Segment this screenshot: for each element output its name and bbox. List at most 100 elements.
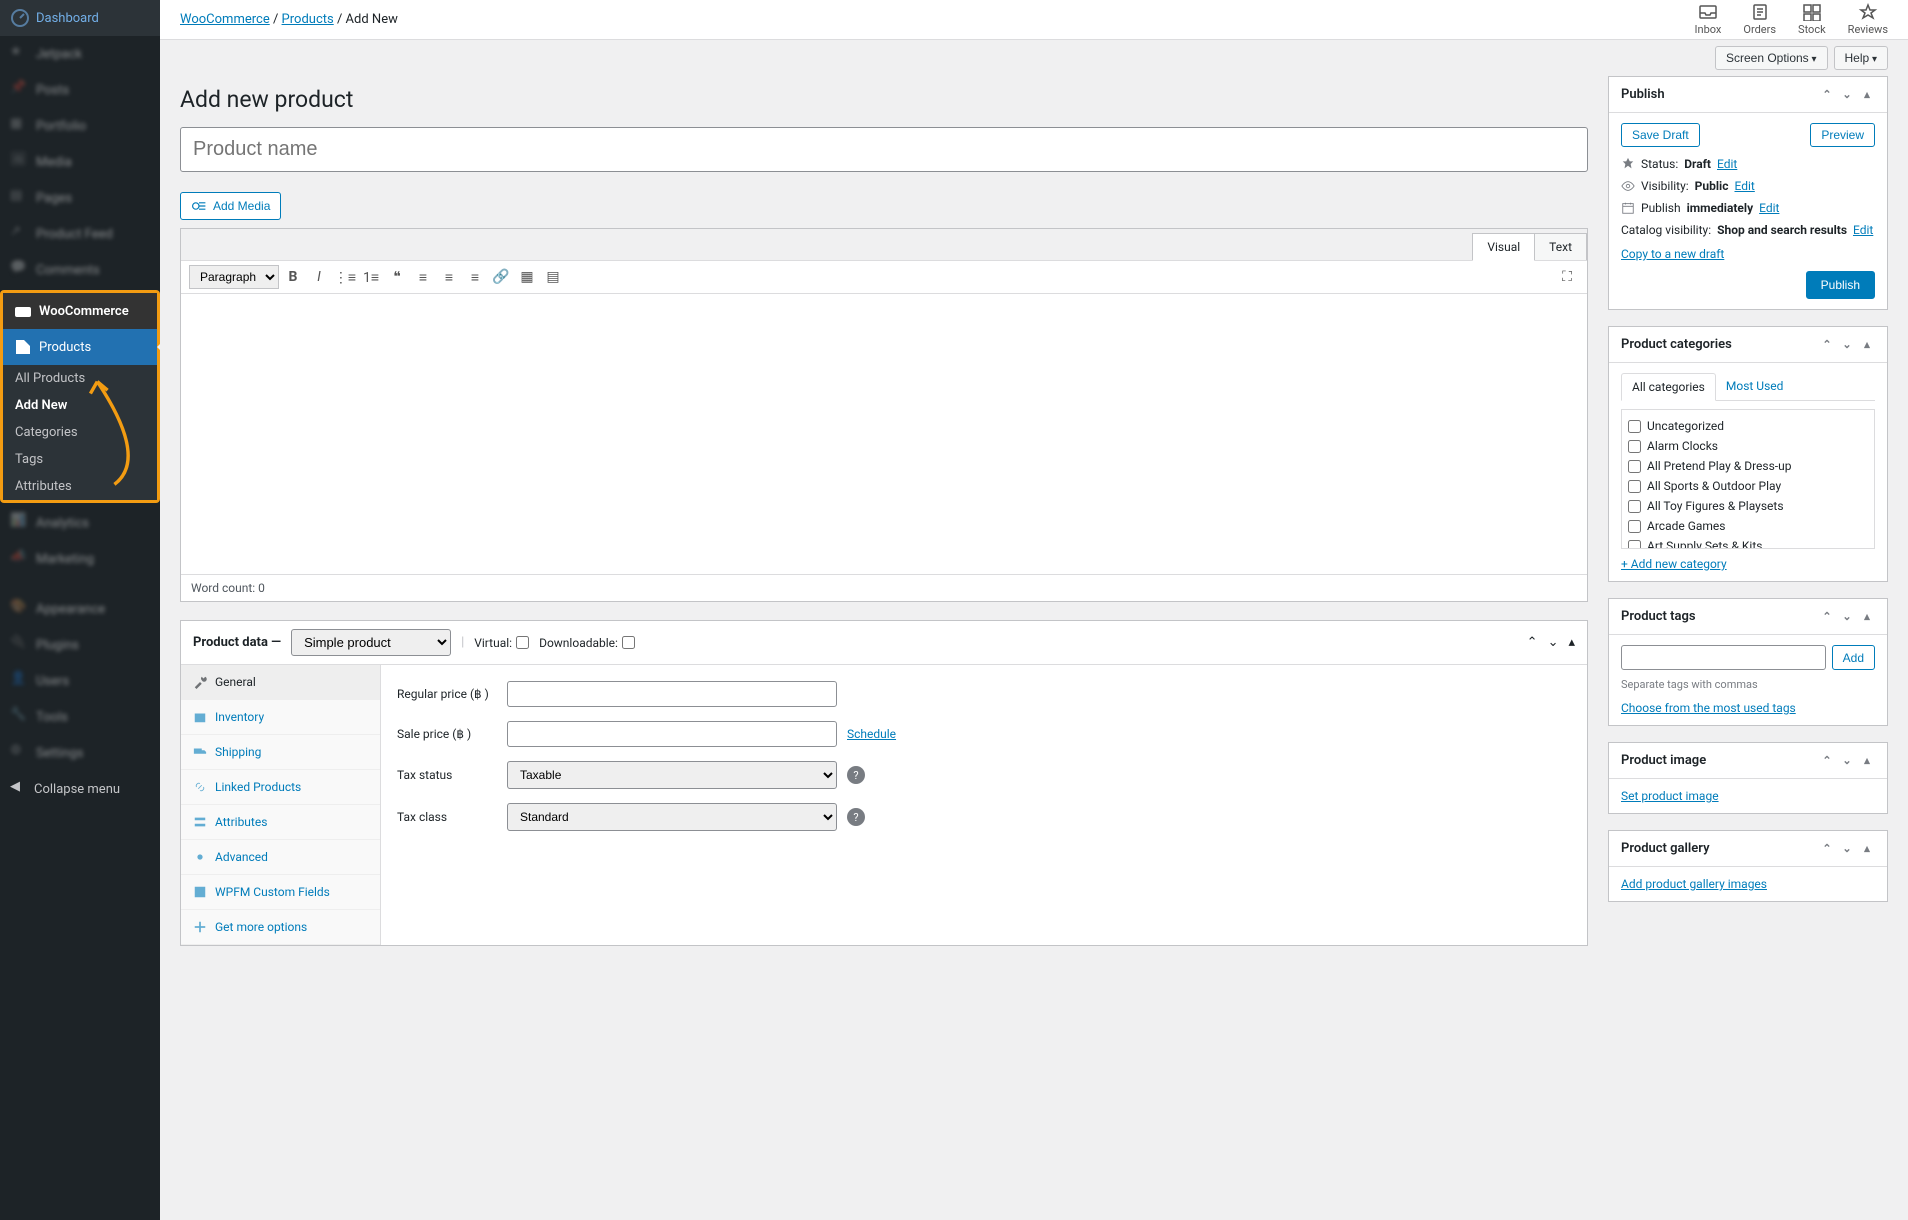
sidebar-dashboard[interactable]: Dashboard bbox=[0, 0, 160, 36]
category-item[interactable]: Alarm Clocks bbox=[1628, 436, 1868, 456]
edit-status-link[interactable]: Edit bbox=[1717, 157, 1737, 171]
pd-tab-shipping[interactable]: Shipping bbox=[181, 735, 380, 770]
tags-panel: Product tags⌃⌄▴ Add Separate tags with c… bbox=[1608, 598, 1888, 726]
preview-button[interactable]: Preview bbox=[1810, 123, 1875, 147]
tax-status-label: Tax status bbox=[397, 768, 507, 782]
tax-class-label: Tax class bbox=[397, 810, 507, 824]
category-item[interactable]: All Sports & Outdoor Play bbox=[1628, 476, 1868, 496]
align-center-button[interactable]: ≡ bbox=[437, 265, 461, 289]
fullscreen-button[interactable]: ⛶ bbox=[1555, 265, 1579, 289]
sidebar-sub-tags[interactable]: Tags bbox=[3, 446, 157, 473]
link-icon bbox=[193, 780, 207, 794]
wysiwyg-editor: Visual Text Paragraph B I ⋮≡ 1≡ ❝ ≡ ≡ ≡ … bbox=[180, 228, 1588, 602]
product-data-tabs: General Inventory Shipping Linked Produc… bbox=[181, 665, 381, 945]
chevron-down-icon[interactable]: ⌄ bbox=[1548, 635, 1559, 650]
sidebar-sub-categories[interactable]: Categories bbox=[3, 419, 157, 446]
sidebar-woocommerce-label: WooCommerce bbox=[39, 304, 129, 319]
chevron-up-icon[interactable]: ⌃ bbox=[1527, 635, 1538, 650]
publish-button[interactable]: Publish bbox=[1806, 271, 1875, 299]
italic-button[interactable]: I bbox=[307, 265, 331, 289]
save-draft-button[interactable]: Save Draft bbox=[1621, 123, 1700, 147]
topbar-reviews[interactable]: Reviews bbox=[1848, 3, 1888, 36]
cat-tab-all[interactable]: All categories bbox=[1621, 373, 1716, 401]
categories-panel: Product categories⌃⌄▴ All categories Mos… bbox=[1608, 326, 1888, 582]
pd-tab-attributes[interactable]: Attributes bbox=[181, 805, 380, 840]
admin-sidebar: Dashboard ★Jetpack 📌Posts ▦Portfolio 🖼Me… bbox=[0, 0, 160, 1220]
editor-toolbar: Paragraph B I ⋮≡ 1≡ ❝ ≡ ≡ ≡ 🔗 ▦ ▤ ⛶ bbox=[181, 261, 1587, 294]
product-gallery-title: Product gallery bbox=[1621, 841, 1710, 856]
category-item[interactable]: Arcade Games bbox=[1628, 516, 1868, 536]
topbar-orders[interactable]: Orders bbox=[1743, 3, 1776, 36]
downloadable-checkbox[interactable]: Downloadable: bbox=[539, 636, 635, 650]
align-right-button[interactable]: ≡ bbox=[463, 265, 487, 289]
sidebar-sub-attributes[interactable]: Attributes bbox=[3, 473, 157, 500]
edit-catalog-link[interactable]: Edit bbox=[1853, 223, 1873, 237]
inventory-icon bbox=[193, 710, 207, 724]
tag-icon bbox=[193, 815, 207, 829]
pd-tab-more[interactable]: Get more options bbox=[181, 910, 380, 945]
topbar-stock[interactable]: Stock bbox=[1798, 3, 1826, 36]
editor-tab-visual[interactable]: Visual bbox=[1472, 233, 1535, 261]
sidebar-woocommerce[interactable]: WooCommerce bbox=[3, 293, 157, 329]
breadcrumb-products[interactable]: Products bbox=[282, 12, 334, 27]
tags-title: Product tags bbox=[1621, 609, 1696, 624]
quote-button[interactable]: ❝ bbox=[385, 265, 409, 289]
sidebar-sub-all-products[interactable]: All Products bbox=[3, 365, 157, 392]
schedule-link[interactable]: Schedule bbox=[847, 727, 896, 741]
edit-visibility-link[interactable]: Edit bbox=[1734, 179, 1754, 193]
category-item[interactable]: All Toy Figures & Playsets bbox=[1628, 496, 1868, 516]
sidebar-products[interactable]: Products bbox=[3, 329, 157, 365]
breadcrumb-current: Add New bbox=[346, 12, 398, 27]
tax-class-select[interactable]: Standard bbox=[507, 803, 837, 831]
product-gallery-panel: Product gallery⌃⌄▴ Add product gallery i… bbox=[1608, 830, 1888, 902]
align-left-button[interactable]: ≡ bbox=[411, 265, 435, 289]
ol-button[interactable]: 1≡ bbox=[359, 265, 383, 289]
sidebar-sub-add-new[interactable]: Add New bbox=[3, 392, 157, 419]
caret-up-icon[interactable]: ▴ bbox=[1568, 635, 1575, 650]
product-image-panel: Product image⌃⌄▴ Set product image bbox=[1608, 742, 1888, 814]
category-item[interactable]: All Pretend Play & Dress-up bbox=[1628, 456, 1868, 476]
pd-tab-advanced[interactable]: Advanced bbox=[181, 840, 380, 875]
add-gallery-images-link[interactable]: Add product gallery images bbox=[1621, 877, 1767, 891]
tags-input[interactable] bbox=[1621, 645, 1826, 670]
cat-tab-most-used[interactable]: Most Used bbox=[1716, 373, 1794, 400]
main-area: WooCommerce / Products / Add New Inbox O… bbox=[160, 0, 1908, 1220]
editor-tab-text[interactable]: Text bbox=[1534, 233, 1587, 260]
breadcrumb-woocommerce[interactable]: WooCommerce bbox=[180, 12, 270, 27]
help-icon[interactable]: ? bbox=[847, 808, 865, 826]
pd-tab-general[interactable]: General bbox=[181, 665, 380, 700]
product-type-select[interactable]: Simple product bbox=[291, 629, 451, 656]
add-media-button[interactable]: Add Media bbox=[180, 192, 281, 220]
link-button[interactable]: 🔗 bbox=[489, 265, 513, 289]
toolbar-toggle-button[interactable]: ▤ bbox=[541, 265, 565, 289]
editor-body[interactable] bbox=[181, 294, 1587, 574]
copy-draft-link[interactable]: Copy to a new draft bbox=[1621, 247, 1724, 261]
sale-price-input[interactable] bbox=[507, 721, 837, 747]
format-select[interactable]: Paragraph bbox=[189, 265, 279, 289]
set-product-image-link[interactable]: Set product image bbox=[1621, 789, 1719, 803]
help-button[interactable]: Help bbox=[1834, 46, 1889, 70]
product-name-input[interactable] bbox=[180, 127, 1588, 172]
pin-icon bbox=[1621, 157, 1635, 171]
add-category-link[interactable]: + Add new category bbox=[1621, 557, 1727, 571]
tax-status-select[interactable]: Taxable bbox=[507, 761, 837, 789]
virtual-checkbox[interactable]: Virtual: bbox=[474, 636, 529, 650]
ul-button[interactable]: ⋮≡ bbox=[333, 265, 357, 289]
pd-tab-linked[interactable]: Linked Products bbox=[181, 770, 380, 805]
topbar-inbox[interactable]: Inbox bbox=[1695, 3, 1722, 36]
bold-button[interactable]: B bbox=[281, 265, 305, 289]
edit-schedule-link[interactable]: Edit bbox=[1759, 201, 1779, 215]
product-data-panel: Product data — Simple product | Virtual:… bbox=[180, 620, 1588, 946]
collapse-menu[interactable]: ◀ Collapse menu bbox=[0, 771, 160, 807]
add-tag-button[interactable]: Add bbox=[1832, 645, 1875, 670]
pd-tab-wpfm[interactable]: WPFM Custom Fields bbox=[181, 875, 380, 910]
help-icon[interactable]: ? bbox=[847, 766, 865, 784]
regular-price-input[interactable] bbox=[507, 681, 837, 707]
category-item[interactable]: Uncategorized bbox=[1628, 416, 1868, 436]
category-item[interactable]: Art Supply Sets & Kits bbox=[1628, 536, 1868, 549]
screen-options-button[interactable]: Screen Options bbox=[1715, 46, 1828, 70]
choose-tags-link[interactable]: Choose from the most used tags bbox=[1621, 701, 1796, 715]
more-button[interactable]: ▦ bbox=[515, 265, 539, 289]
pd-tab-inventory[interactable]: Inventory bbox=[181, 700, 380, 735]
category-list[interactable]: Uncategorized Alarm Clocks All Pretend P… bbox=[1621, 409, 1875, 549]
